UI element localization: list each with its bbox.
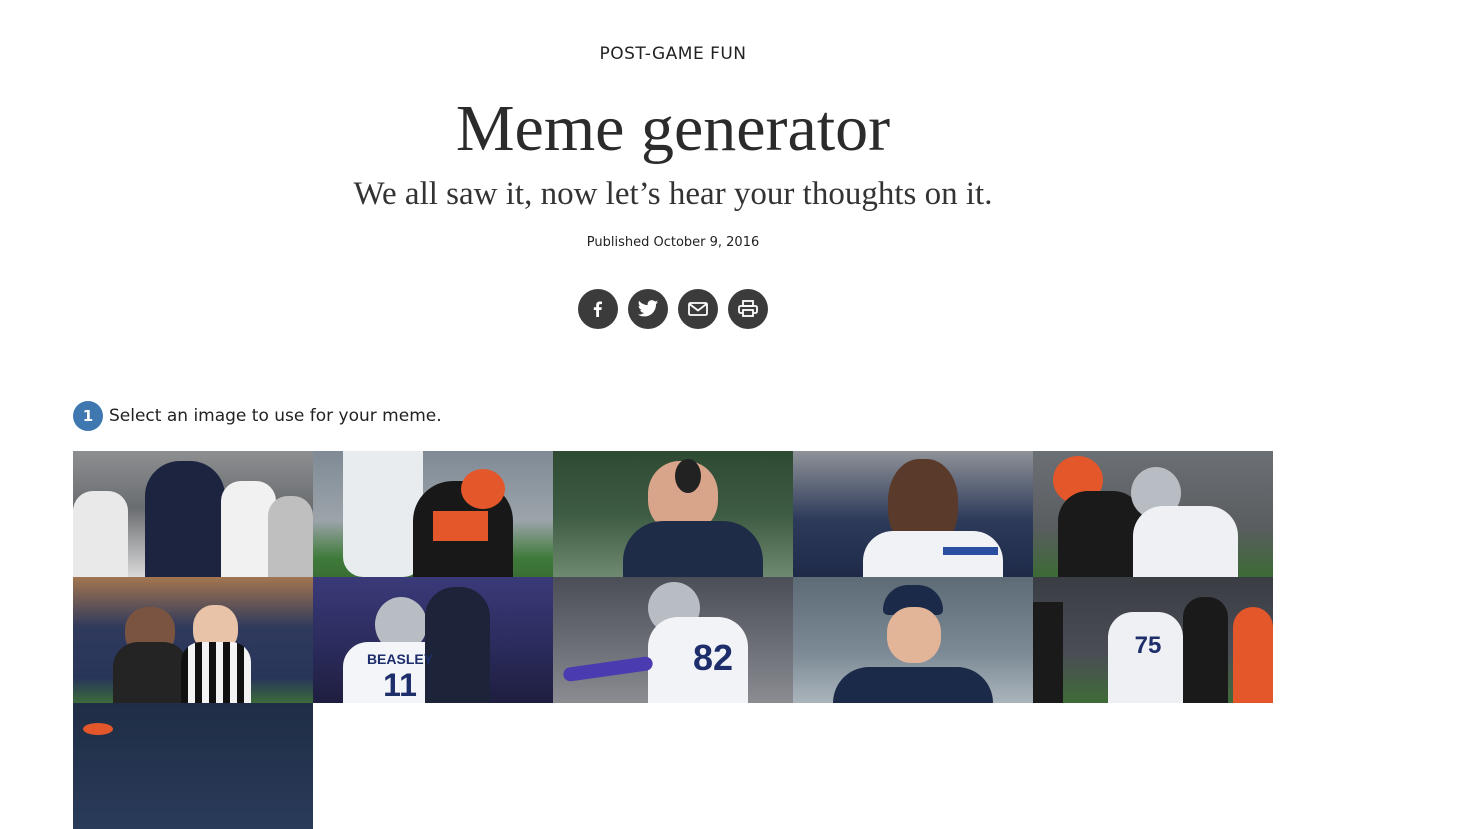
- facebook-share-button[interactable]: [578, 289, 618, 329]
- page-title: Meme generator: [455, 92, 891, 165]
- facebook-icon: [588, 299, 608, 319]
- page-subtitle: We all saw it, now let’s hear your thoug…: [353, 176, 993, 212]
- image-tackle-bengals-cowboys[interactable]: [1033, 451, 1273, 577]
- image-smiling-qb-cap[interactable]: [793, 577, 1033, 703]
- image-coach-headset[interactable]: [553, 451, 793, 577]
- image-beasley-11[interactable]: BEASLEY 11: [313, 577, 553, 703]
- jersey-name: BEASLEY: [366, 651, 434, 667]
- image-coach-referee[interactable]: [73, 577, 313, 703]
- published-date: Published October 9, 2016: [586, 235, 760, 250]
- print-icon: [737, 299, 759, 319]
- jersey-number: 75: [1134, 632, 1162, 659]
- jersey-number: 11: [383, 667, 417, 703]
- image-lineman-75[interactable]: 75: [1033, 577, 1273, 703]
- image-sideline-coaches[interactable]: [73, 451, 313, 577]
- share-bar: [578, 289, 768, 329]
- image-bengals-qb-14[interactable]: [313, 451, 553, 577]
- twitter-icon: [637, 299, 659, 319]
- image-partial[interactable]: [73, 703, 313, 829]
- image-player-82[interactable]: 82: [553, 577, 793, 703]
- email-icon: [687, 300, 709, 318]
- step-instruction: 1 Select an image to use for your meme.: [73, 401, 442, 431]
- image-smiling-player[interactable]: [793, 451, 1033, 577]
- print-button[interactable]: [728, 289, 768, 329]
- step-text: Select an image to use for your meme.: [109, 406, 442, 426]
- twitter-share-button[interactable]: [628, 289, 668, 329]
- email-share-button[interactable]: [678, 289, 718, 329]
- section-kicker: POST-GAME FUN: [599, 44, 747, 64]
- jersey-number: 82: [692, 637, 734, 678]
- step-number-badge: 1: [73, 401, 103, 431]
- image-grid: BEASLEY 11 82 75: [73, 451, 1273, 829]
